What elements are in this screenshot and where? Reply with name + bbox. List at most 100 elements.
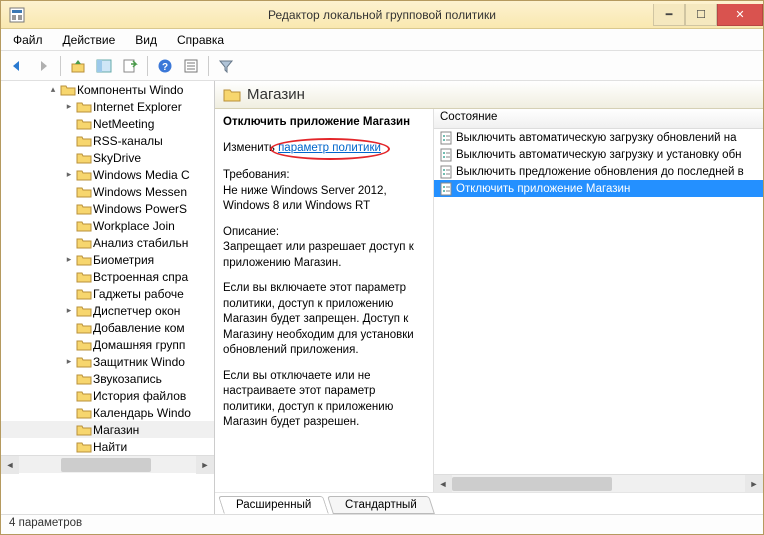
requirements-label: Требования: <box>223 168 425 184</box>
tree-item-label: Найти <box>93 440 127 454</box>
expand-icon[interactable]: ▸ <box>63 356 75 367</box>
properties-button[interactable] <box>179 54 203 78</box>
tree-item[interactable]: ▸ Windows Media C <box>1 166 214 183</box>
list-row[interactable]: Отключить приложение Магазин <box>434 180 763 197</box>
tree-item[interactable]: Календарь Windo <box>1 404 214 421</box>
tree-item[interactable]: Добавление ком <box>1 319 214 336</box>
tree-root[interactable]: ▴ Компоненты Windo <box>1 81 214 98</box>
tree-pane[interactable]: ▴ Компоненты Windo ▸ Internet Explorer Net… <box>1 81 215 514</box>
menu-help[interactable]: Справка <box>169 31 232 49</box>
expand-icon[interactable]: ▸ <box>63 254 75 265</box>
tree-item-label: NetMeeting <box>93 117 154 131</box>
tree-item[interactable]: ▸Защитник Windo <box>1 353 214 370</box>
list-hscrollbar[interactable]: ◄ ► <box>434 474 763 492</box>
list-row[interactable]: Выключить автоматическую загрузку обновл… <box>434 129 763 146</box>
settings-list-pane: Состояние Выключить автоматическую загру… <box>433 109 763 492</box>
scroll-left-icon[interactable]: ◄ <box>434 475 452 492</box>
description-p2: Если вы включаете этот параметр политики… <box>223 281 425 359</box>
folder-icon <box>75 406 93 419</box>
tree-item-label: Биометрия <box>93 253 154 267</box>
maximize-button[interactable]: ☐ <box>685 4 717 26</box>
tree-item[interactable]: Гаджеты рабоче <box>1 285 214 302</box>
expand-icon[interactable]: ▸ <box>63 101 75 112</box>
tree-item[interactable]: ▸ Диспетчер окон <box>1 302 214 319</box>
scroll-right-icon[interactable]: ► <box>196 456 214 474</box>
tree-item[interactable]: Магазин <box>1 421 214 438</box>
scroll-left-icon[interactable]: ◄ <box>1 456 19 474</box>
menu-file[interactable]: Файл <box>5 31 51 49</box>
folder-icon <box>75 270 93 283</box>
tree-item[interactable]: ▸ Биометрия <box>1 251 214 268</box>
tree-item-label: История файлов <box>93 389 186 403</box>
list-row-label: Выключить предложение обновления до посл… <box>456 166 744 178</box>
tree-item[interactable]: ▸ Internet Explorer <box>1 98 214 115</box>
folder-icon <box>75 202 93 215</box>
window-root: Редактор локальной групповой политики ━ … <box>0 0 764 535</box>
up-button[interactable] <box>66 54 90 78</box>
folder-icon <box>75 219 93 232</box>
tree-item-label: Диспетчер окон <box>93 304 180 318</box>
tab-standard[interactable]: Стандартный <box>327 496 435 514</box>
titlebar: Редактор локальной групповой политики ━ … <box>1 1 763 29</box>
show-hide-tree-button[interactable] <box>92 54 116 78</box>
minimize-button[interactable]: ━ <box>653 4 685 26</box>
tree-item-label: SkyDrive <box>93 151 141 165</box>
tree-item[interactable]: Windows Messen <box>1 183 214 200</box>
export-button[interactable] <box>118 54 142 78</box>
expand-icon[interactable]: ▸ <box>63 305 75 316</box>
tree-item-label: Windows Media C <box>93 168 190 182</box>
setting-icon <box>438 182 454 196</box>
folder-icon <box>75 151 93 164</box>
tree-item[interactable]: Windows PowerS <box>1 200 214 217</box>
help-button[interactable]: ? <box>153 54 177 78</box>
view-tabs: Расширенный Стандартный <box>215 492 763 514</box>
list-row-label: Отключить приложение Магазин <box>456 183 630 195</box>
close-button[interactable]: ✕ <box>717 4 763 26</box>
back-button[interactable] <box>5 54 29 78</box>
tree-item-label: Встроенная спра <box>93 270 188 284</box>
tree-item[interactable]: Найти <box>1 438 214 455</box>
scroll-thumb[interactable] <box>61 458 151 472</box>
expand-icon[interactable]: ▸ <box>63 169 75 180</box>
setting-icon <box>438 148 454 162</box>
folder-icon <box>75 321 93 334</box>
folder-icon <box>223 87 241 102</box>
filter-button[interactable] <box>214 54 238 78</box>
tree-item[interactable]: Анализ стабильн <box>1 234 214 251</box>
tree-item[interactable]: Звукозапись <box>1 370 214 387</box>
tree-item[interactable]: Домашняя групп <box>1 336 214 353</box>
list-row[interactable]: Выключить предложение обновления до посл… <box>434 163 763 180</box>
tree-item[interactable]: SkyDrive <box>1 149 214 166</box>
tree-item[interactable]: Встроенная спра <box>1 268 214 285</box>
menu-view[interactable]: Вид <box>127 31 165 49</box>
edit-prefix: Изменить <box>223 142 275 154</box>
folder-icon <box>75 423 93 436</box>
description-label: Описание: <box>223 225 425 241</box>
tree-item-label: Звукозапись <box>93 372 162 386</box>
folder-icon <box>75 440 93 453</box>
scroll-right-icon[interactable]: ► <box>745 475 763 492</box>
list-row[interactable]: Выключить автоматическую загрузку и уста… <box>434 146 763 163</box>
folder-icon <box>75 253 93 266</box>
folder-icon <box>59 83 77 96</box>
column-state[interactable]: Состояние <box>434 109 763 129</box>
tree-item-label: Календарь Windo <box>93 406 191 420</box>
list-rows[interactable]: Выключить автоматическую загрузку обновл… <box>434 129 763 474</box>
menu-action[interactable]: Действие <box>55 31 124 49</box>
tree-item-label: Internet Explorer <box>93 100 182 114</box>
setting-name: Отключить приложение Магазин <box>223 115 425 131</box>
edit-policy-link[interactable]: параметр политики <box>278 142 381 154</box>
scroll-thumb[interactable] <box>452 477 612 491</box>
folder-icon <box>75 304 93 317</box>
collapse-icon[interactable]: ▴ <box>47 84 59 95</box>
tree-item[interactable]: NetMeeting <box>1 115 214 132</box>
tree-item[interactable]: RSS-каналы <box>1 132 214 149</box>
tab-extended[interactable]: Расширенный <box>218 496 329 514</box>
tree-item[interactable]: История файлов <box>1 387 214 404</box>
tree-hscrollbar[interactable]: ◄ ► <box>1 455 214 473</box>
tree-item-label: Анализ стабильн <box>93 236 188 250</box>
tree-item-label: Домашняя групп <box>93 338 185 352</box>
forward-button[interactable] <box>31 54 55 78</box>
tree-item[interactable]: Workplace Join <box>1 217 214 234</box>
setting-icon <box>438 131 454 145</box>
